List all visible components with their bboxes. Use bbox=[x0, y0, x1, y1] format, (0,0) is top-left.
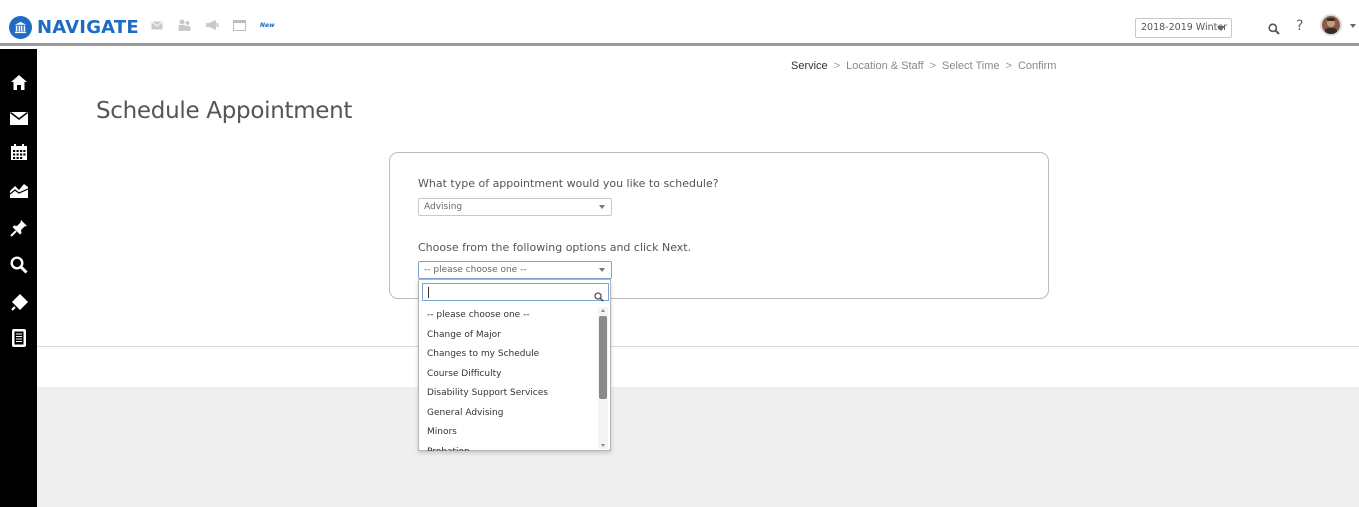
account-menu-chevron-icon[interactable] bbox=[1350, 24, 1356, 28]
navigate-logo[interactable]: NAVIGATE bbox=[9, 13, 139, 41]
chart-icon[interactable] bbox=[8, 179, 30, 201]
brand-name: NAVIGATE bbox=[37, 16, 139, 38]
breadcrumb-step-location-staff: Location & Staff bbox=[846, 60, 924, 72]
appointment-type-select[interactable]: Advising bbox=[418, 198, 612, 216]
chevron-down-icon bbox=[1217, 26, 1225, 31]
options-question: Choose from the following options and cl… bbox=[418, 241, 692, 254]
help-button[interactable]: ? bbox=[1296, 18, 1303, 34]
breadcrumb-step-service: Service bbox=[791, 60, 828, 72]
home-icon[interactable] bbox=[8, 71, 30, 93]
breadcrumb-step-select-time: Select Time bbox=[942, 60, 1000, 72]
page-title: Schedule Appointment bbox=[96, 98, 353, 124]
options-select[interactable]: -- please choose one -- bbox=[418, 261, 612, 279]
appointment-type-question: What type of appointment would you like … bbox=[418, 177, 719, 190]
new-badge[interactable]: New bbox=[260, 22, 275, 29]
section-divider bbox=[37, 346, 1359, 347]
search-icon[interactable] bbox=[1268, 20, 1280, 39]
calendar-icon[interactable] bbox=[8, 141, 30, 163]
calendar-window-icon[interactable] bbox=[233, 19, 246, 31]
institution-icon bbox=[9, 15, 32, 39]
top-bar: NAVIGATE New 2018-2019 Winter ? bbox=[0, 8, 1359, 46]
dropdown-search-input[interactable] bbox=[423, 289, 588, 305]
dropdown-list: -- please choose one -- Change of Major … bbox=[419, 306, 599, 451]
dropdown-option[interactable]: -- please choose one -- bbox=[419, 306, 599, 326]
term-select-value: 2018-2019 Winter bbox=[1141, 22, 1228, 33]
dropdown-option[interactable]: Changes to my Schedule bbox=[419, 345, 599, 365]
chevron-down-icon bbox=[599, 205, 605, 209]
breadcrumb-separator: > bbox=[929, 60, 937, 72]
appointment-form-card: What type of appointment would you like … bbox=[389, 152, 1049, 299]
people-icon[interactable] bbox=[177, 19, 191, 31]
dropdown-option[interactable]: General Advising bbox=[419, 404, 599, 424]
scroll-up-icon[interactable] bbox=[601, 309, 605, 312]
dropdown-option[interactable]: Minors bbox=[419, 423, 599, 443]
term-select[interactable]: 2018-2019 Winter bbox=[1135, 18, 1232, 38]
mail-icon[interactable] bbox=[8, 107, 30, 129]
search-icon[interactable] bbox=[8, 254, 30, 276]
text-cursor bbox=[428, 287, 429, 298]
mail-icon[interactable] bbox=[151, 20, 163, 30]
breadcrumb-step-confirm: Confirm bbox=[1017, 60, 1057, 72]
dropdown-search-field[interactable] bbox=[422, 283, 609, 305]
dropdown-scrollbar[interactable] bbox=[598, 307, 608, 449]
top-icon-group: New bbox=[151, 19, 275, 31]
chevron-down-icon bbox=[599, 268, 605, 272]
sidebar bbox=[0, 49, 37, 507]
appointment-type-value: Advising bbox=[424, 202, 463, 212]
dropdown-option[interactable]: Probation bbox=[419, 443, 599, 452]
megaphone-icon[interactable] bbox=[205, 20, 219, 30]
scroll-down-icon[interactable] bbox=[601, 444, 605, 447]
breadcrumb-separator: > bbox=[1005, 60, 1012, 72]
options-select-value: -- please choose one -- bbox=[424, 265, 527, 275]
breadcrumb: Service > Location & Staff > Select Time > Con… bbox=[791, 60, 1056, 72]
breadcrumb-separator: > bbox=[833, 60, 841, 72]
pin-icon[interactable] bbox=[8, 217, 30, 239]
tag-icon[interactable] bbox=[8, 291, 30, 313]
search-icon bbox=[594, 287, 604, 306]
document-icon[interactable] bbox=[8, 327, 30, 349]
options-dropdown: -- please choose one -- Change of Major … bbox=[418, 279, 611, 451]
scrollbar-thumb[interactable] bbox=[599, 316, 607, 399]
dropdown-option[interactable]: Course Difficulty bbox=[419, 365, 599, 385]
footer-band bbox=[37, 387, 1359, 507]
dropdown-option[interactable]: Change of Major bbox=[419, 326, 599, 346]
dropdown-option[interactable]: Disability Support Services bbox=[419, 384, 599, 404]
avatar[interactable] bbox=[1320, 14, 1342, 36]
